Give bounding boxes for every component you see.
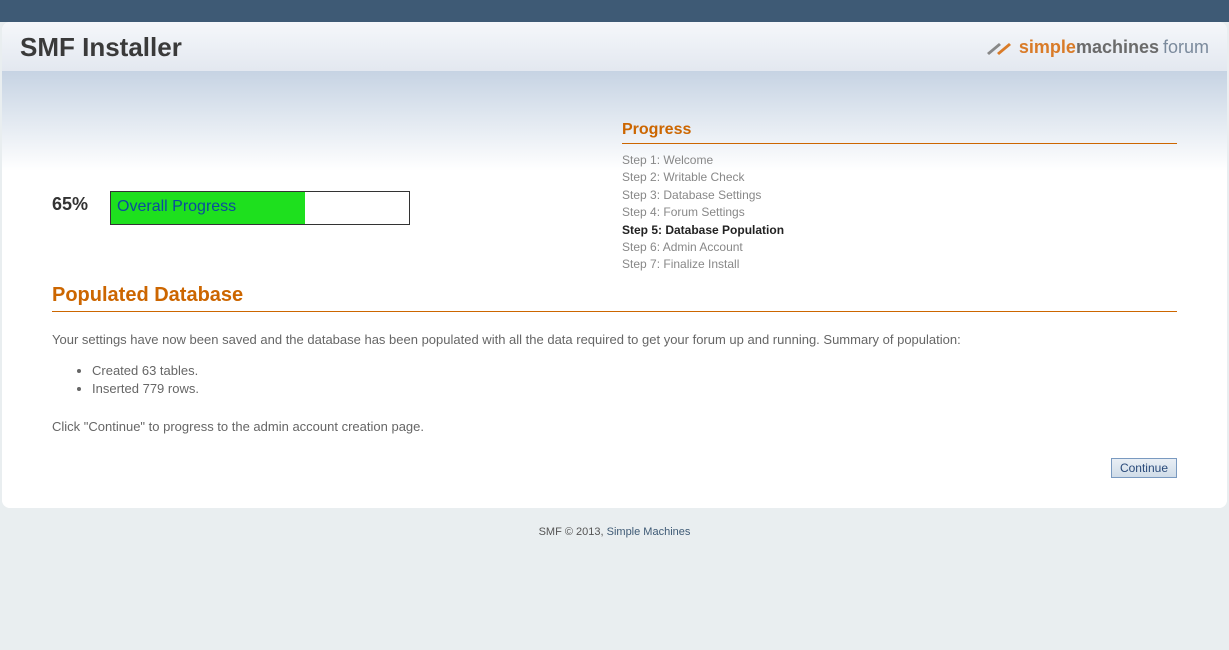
main-intro: Your settings have now been saved and th…	[52, 330, 1177, 350]
progress-percent: 65%	[52, 194, 88, 215]
summary-list: Created 63 tables.Inserted 779 rows.	[52, 362, 1177, 398]
footer-link[interactable]: Simple Machines	[607, 526, 691, 538]
installer-wrapper: SMF Installer simplemachines forum 65% O…	[2, 22, 1227, 508]
progress-step: Step 4: Forum Settings	[622, 204, 1177, 221]
progress-step: Step 5: Database Population	[622, 222, 1177, 239]
list-item: Inserted 779 rows.	[92, 380, 1177, 398]
top-bar	[0, 0, 1229, 22]
logo-text-forum: forum	[1163, 37, 1209, 58]
progress-bar-label: Overall Progress	[117, 198, 236, 216]
page-title: SMF Installer	[20, 32, 182, 63]
upper-row: 65% Overall Progress Progress Step 1: We…	[52, 121, 1177, 274]
footer: SMF © 2013, Simple Machines	[0, 508, 1229, 556]
progress-step: Step 3: Database Settings	[622, 187, 1177, 204]
brand-logo: simplemachines forum	[985, 37, 1209, 58]
progress-steps-panel: Progress Step 1: WelcomeStep 2: Writable…	[622, 121, 1177, 274]
progress-step: Step 7: Finalize Install	[622, 256, 1177, 273]
footer-copyright: SMF © 2013,	[539, 526, 607, 538]
progress-step: Step 6: Admin Account	[622, 239, 1177, 256]
progress-heading: Progress	[622, 121, 1177, 144]
logo-icon	[985, 39, 1013, 57]
logo-text-simple: simple	[1019, 37, 1076, 58]
button-row: Continue	[52, 458, 1177, 478]
progress-steps-list: Step 1: WelcomeStep 2: Writable CheckSte…	[622, 152, 1177, 274]
progress-bar-area: 65% Overall Progress	[52, 121, 582, 274]
main-section: Populated Database Your settings have no…	[52, 284, 1177, 478]
list-item: Created 63 tables.	[92, 362, 1177, 380]
progress-step: Step 1: Welcome	[622, 152, 1177, 169]
content: 65% Overall Progress Progress Step 1: We…	[2, 71, 1227, 508]
main-outro: Click "Continue" to progress to the admi…	[52, 417, 1177, 437]
progress-bar: Overall Progress	[110, 191, 410, 225]
continue-button[interactable]: Continue	[1111, 458, 1177, 478]
logo-text-machines: machines	[1076, 37, 1159, 58]
progress-step: Step 2: Writable Check	[622, 169, 1177, 186]
main-heading: Populated Database	[52, 284, 1177, 312]
header: SMF Installer simplemachines forum	[2, 22, 1227, 71]
